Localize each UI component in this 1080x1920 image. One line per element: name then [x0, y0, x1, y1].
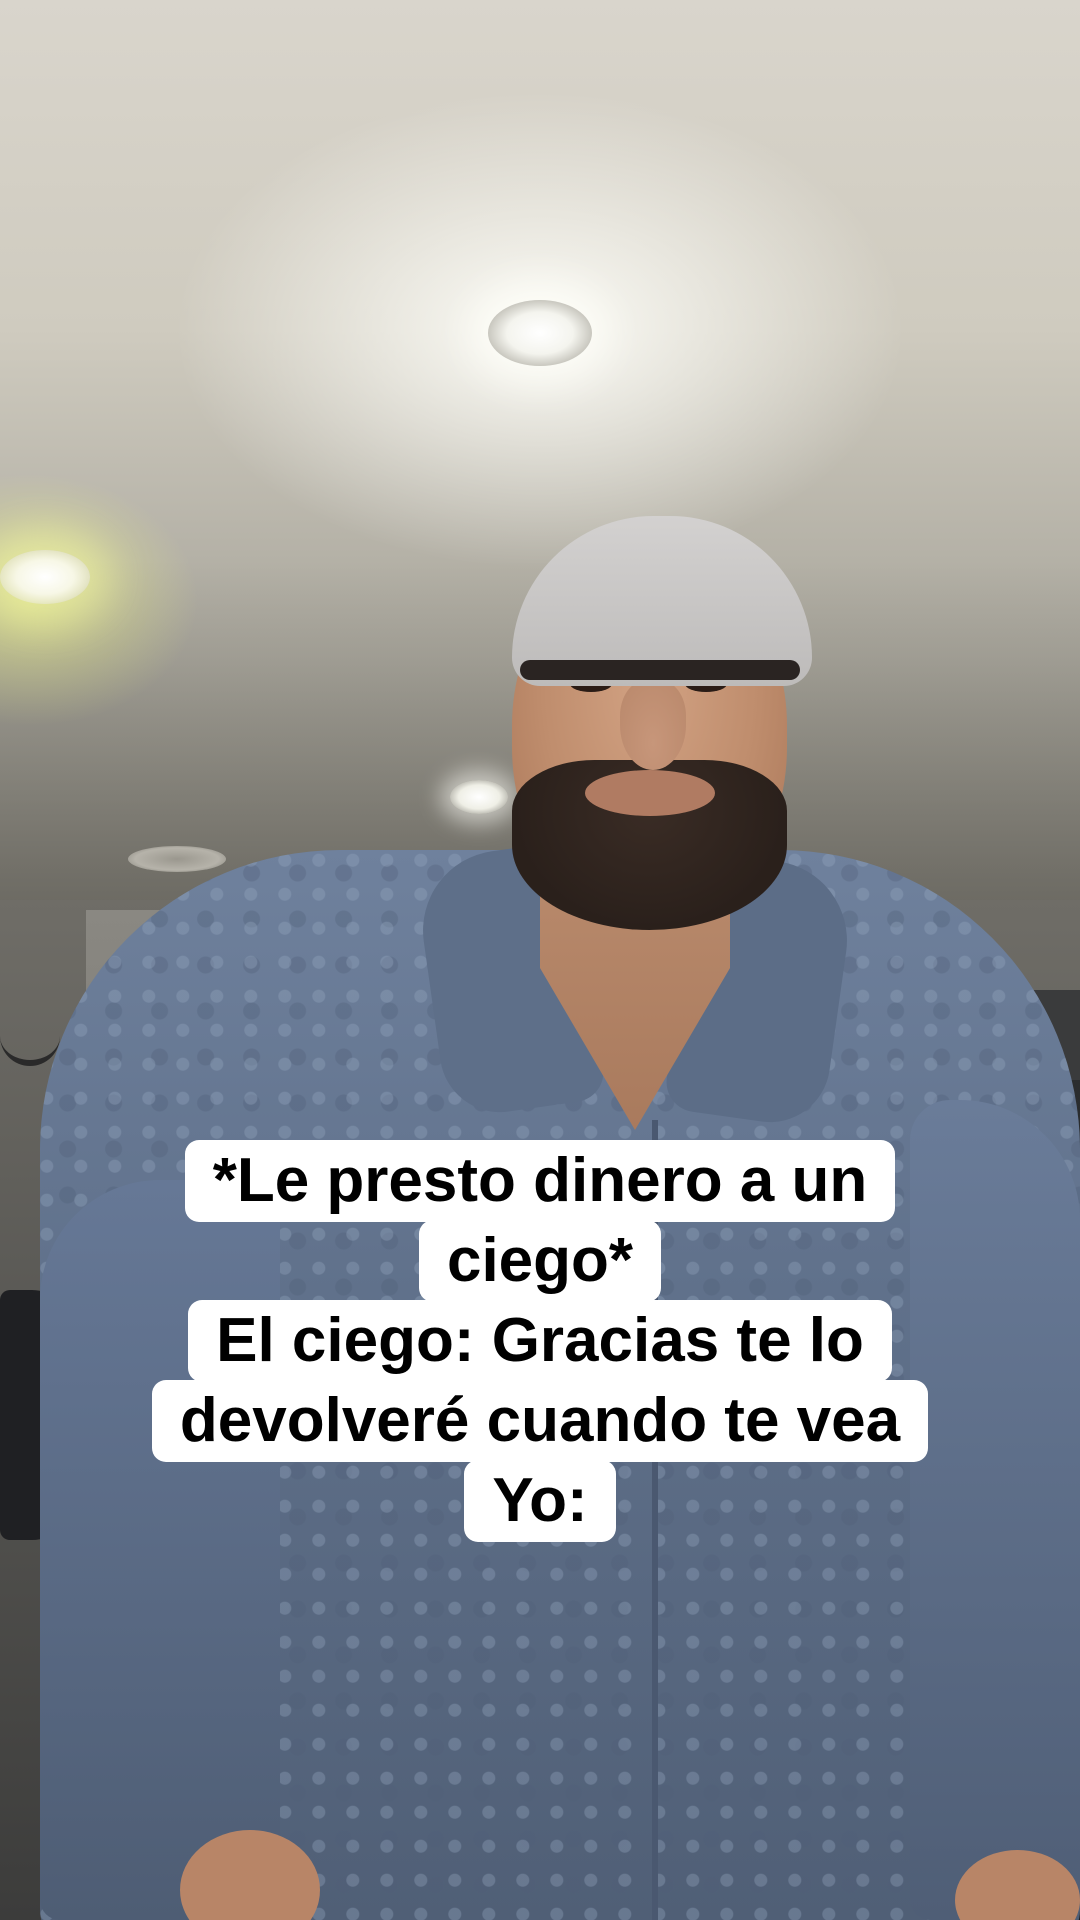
cap-band — [520, 660, 800, 680]
video-frame — [0, 0, 1080, 1920]
ceiling-light-left — [0, 550, 90, 604]
caption-line-5: Yo: — [464, 1460, 616, 1542]
caption-line-1: *Le presto dinero a un — [184, 1140, 896, 1222]
caption-line-2: ciego* — [418, 1220, 662, 1302]
caption-line-4: devolveré cuando te vea — [151, 1380, 929, 1462]
ceiling-vent — [128, 846, 226, 872]
caption-line-3: El ciego: Gracias te lo — [188, 1300, 892, 1382]
ceiling-light-main — [488, 300, 592, 366]
ceiling-light-small — [450, 780, 508, 814]
mouth — [585, 770, 715, 816]
caption-overlay: *Le presto dinero a un ciego* El ciego: … — [0, 1140, 1080, 1542]
nose — [620, 680, 686, 770]
